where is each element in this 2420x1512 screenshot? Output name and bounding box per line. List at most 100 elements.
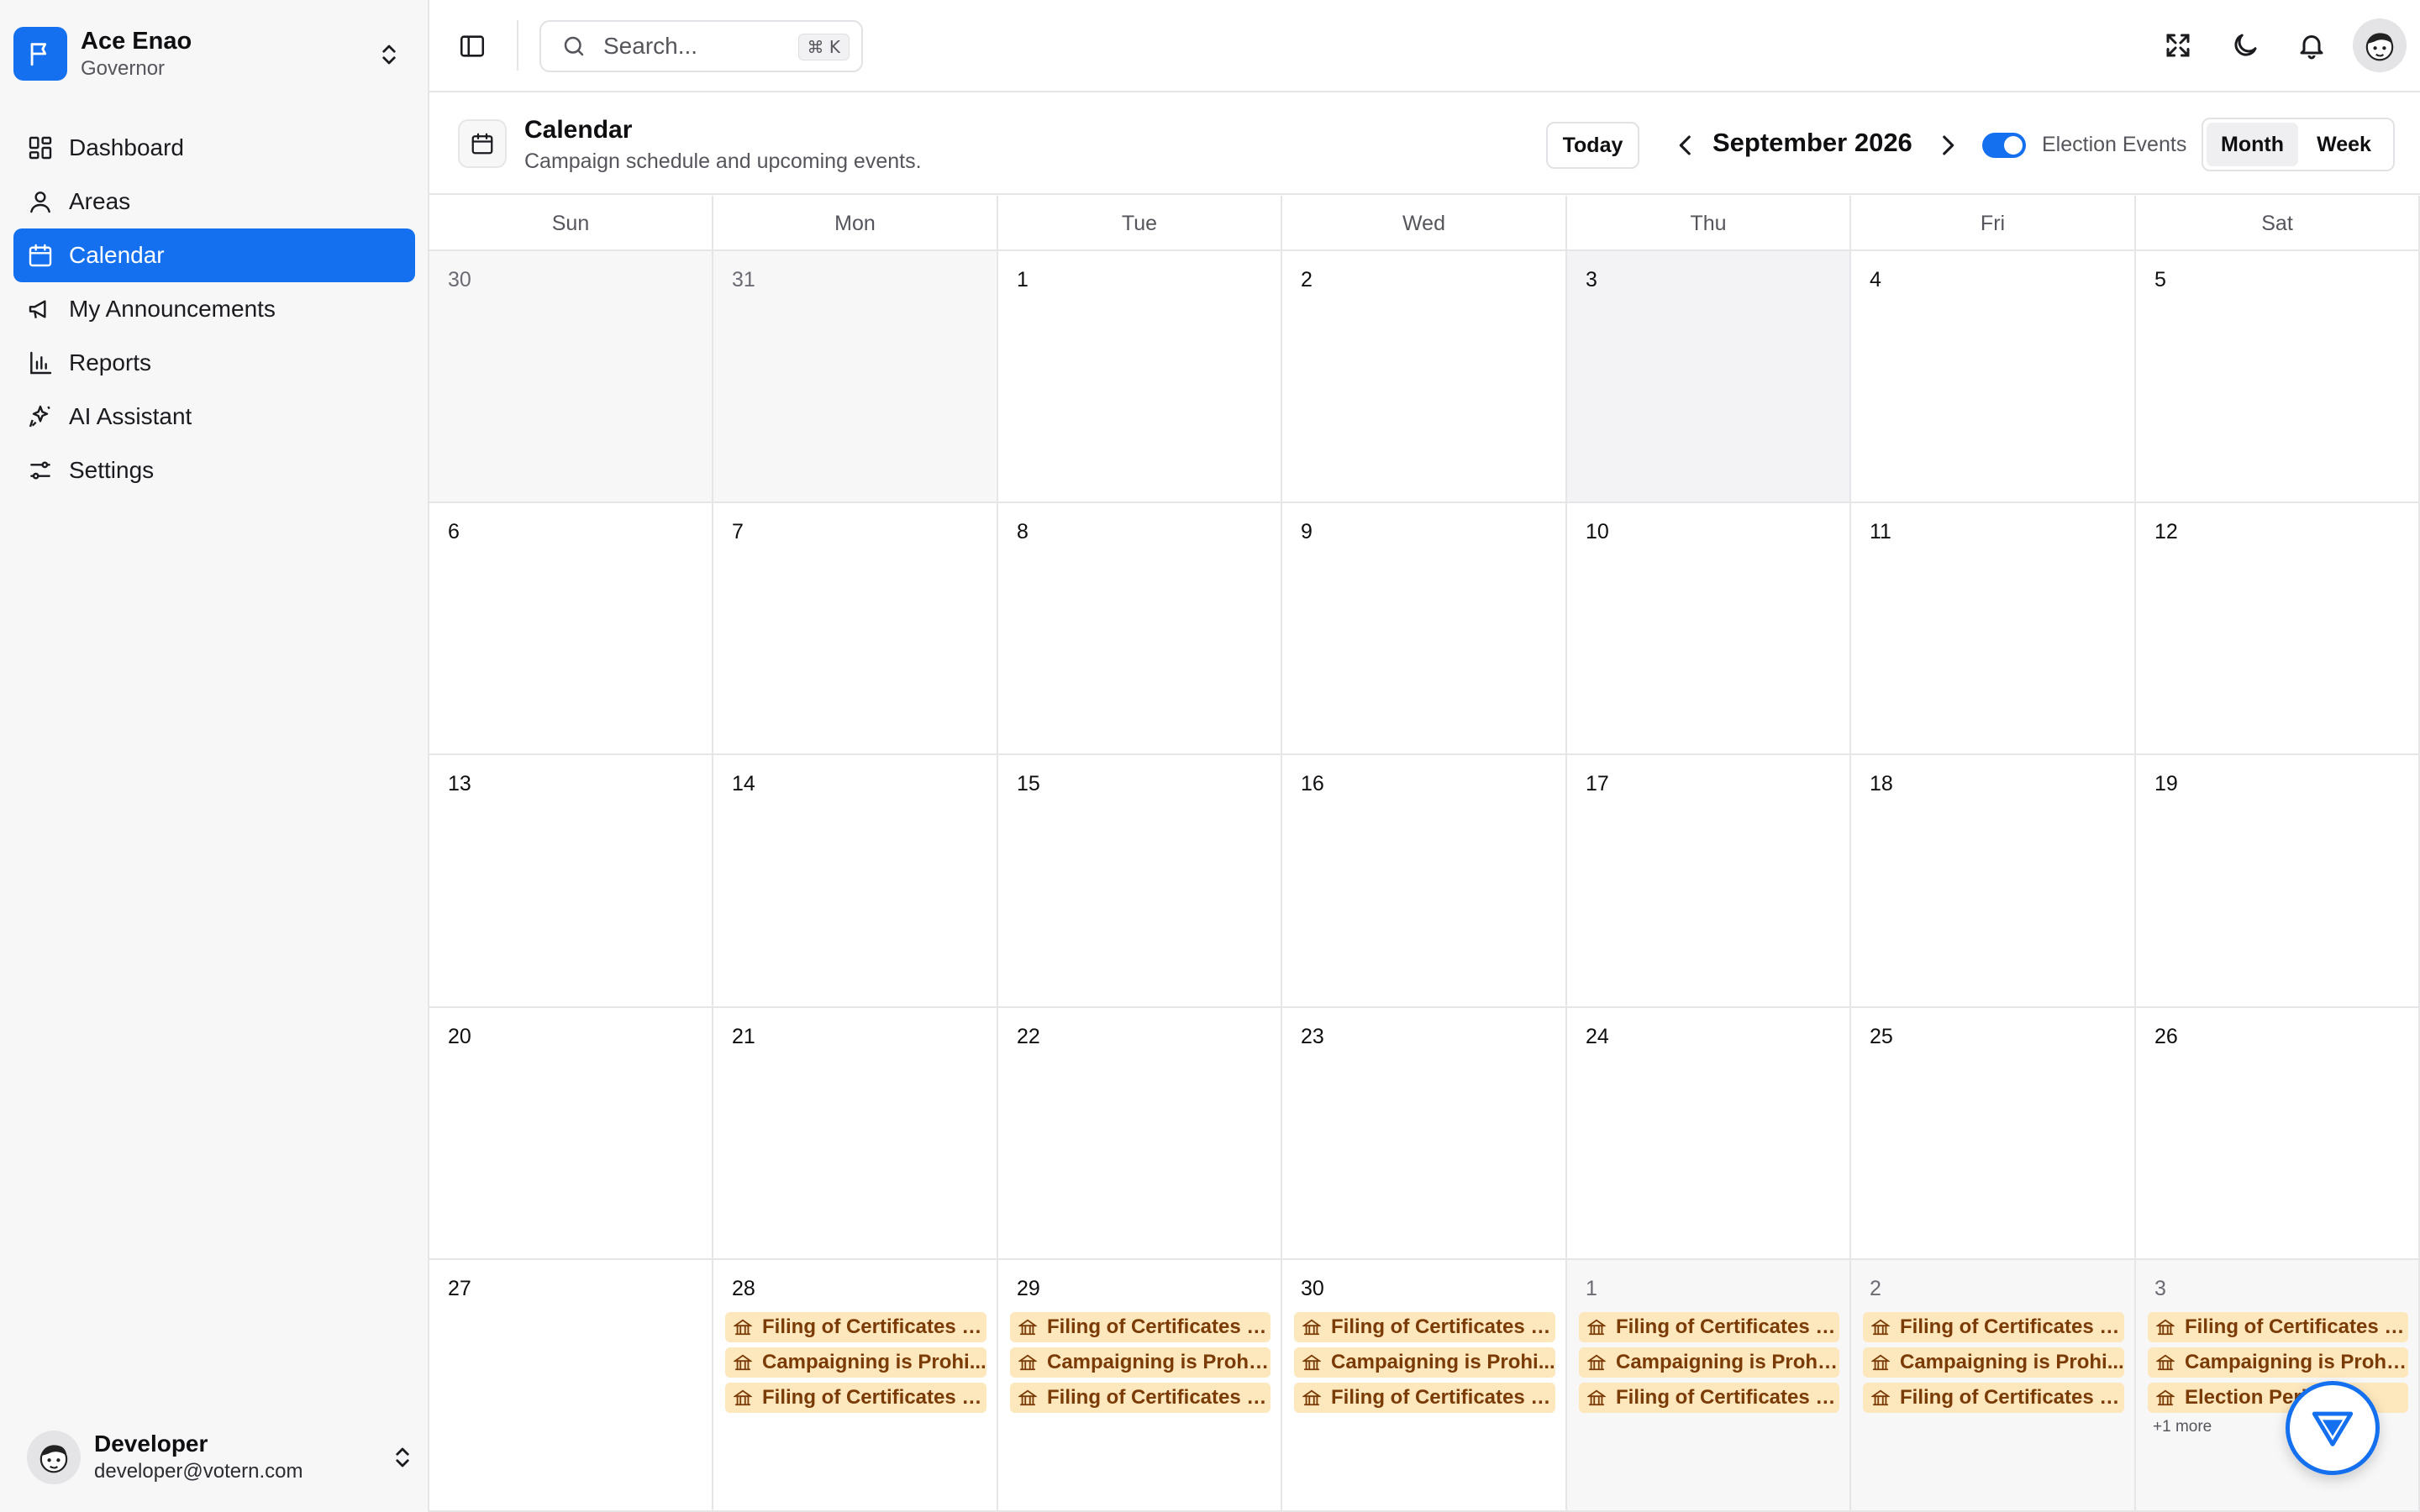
- day-cell[interactable]: 1: [998, 251, 1282, 503]
- day-cell[interactable]: 3: [1567, 251, 1851, 503]
- day-cell[interactable]: 29 Filing of Certificates o... Campaigning…: [998, 1260, 1282, 1512]
- event-chip[interactable]: Filing of Certificates o...: [1294, 1383, 1555, 1413]
- event-chip[interactable]: Campaigning is Prohi...: [1863, 1347, 2124, 1378]
- day-cell[interactable]: 30 Filing of Certificates o... Campaigning…: [1282, 1260, 1567, 1512]
- event-title: Campaigning is Prohi...: [762, 1351, 986, 1373]
- day-cell[interactable]: 31: [713, 251, 998, 503]
- bar-chart-icon: [30, 351, 52, 375]
- landmark-icon: [1871, 1319, 1890, 1336]
- event-chip[interactable]: Filing of Certificates o...: [1294, 1312, 1555, 1342]
- month-view-button[interactable]: Month: [2207, 123, 2298, 166]
- search-input[interactable]: [603, 33, 788, 60]
- chevrons-up-down-icon: [396, 1447, 409, 1467]
- day-cell[interactable]: 2: [1282, 251, 1567, 503]
- day-cell[interactable]: 24: [1567, 1008, 1851, 1260]
- sidebar-item-ai-assistant[interactable]: AI Assistant: [13, 390, 415, 444]
- sidebar-item-dashboard[interactable]: Dashboard: [13, 121, 415, 175]
- day-cell[interactable]: 14: [713, 755, 998, 1008]
- day-cell[interactable]: 12: [2136, 503, 2420, 755]
- sidebar-item-areas[interactable]: Areas: [13, 175, 415, 228]
- sidebar-item-announcements[interactable]: My Announcements: [13, 282, 415, 336]
- landmark-icon: [1302, 1354, 1321, 1371]
- event-chip[interactable]: Filing of Certificates o...: [725, 1383, 986, 1413]
- day-number: 19: [2154, 772, 2178, 795]
- today-button[interactable]: Today: [1546, 122, 1639, 169]
- sidebar-item-calendar[interactable]: Calendar: [13, 228, 415, 282]
- day-cell[interactable]: 5: [2136, 251, 2420, 503]
- event-chip[interactable]: Campaigning is Prohi...: [1294, 1347, 1555, 1378]
- event-chip[interactable]: Filing of Certificates o...: [1863, 1383, 2124, 1413]
- day-number: 25: [1870, 1025, 1893, 1048]
- event-title: Campaigning is Prohi...: [1047, 1351, 1270, 1373]
- day-number: 28: [732, 1277, 755, 1300]
- sidebar-toggle-icon[interactable]: [458, 32, 487, 60]
- day-cell[interactable]: 9: [1282, 503, 1567, 755]
- fullscreen-icon[interactable]: [2163, 30, 2193, 60]
- user-menu[interactable]: Developer developer@votern.com: [27, 1428, 415, 1487]
- avatar[interactable]: [2353, 18, 2407, 72]
- day-cell[interactable]: 10: [1567, 503, 1851, 755]
- org-name: Ace Enao: [81, 28, 192, 55]
- search-box[interactable]: ⌘ K: [539, 20, 863, 72]
- event-chip[interactable]: Filing of Certificates o...: [725, 1312, 986, 1342]
- day-cell[interactable]: 4: [1851, 251, 2136, 503]
- page-title: Calendar: [524, 116, 633, 144]
- event-chip[interactable]: Campaigning is Prohi...: [725, 1347, 986, 1378]
- event-title: Campaigning is Prohi...: [2185, 1351, 2408, 1373]
- weekday-label: Thu: [1567, 196, 1851, 251]
- day-cell[interactable]: 21: [713, 1008, 998, 1260]
- day-cell[interactable]: 2 Filing of Certificates o... Campaigning …: [1851, 1260, 2136, 1512]
- bell-icon[interactable]: [2296, 30, 2327, 60]
- divider: [517, 20, 518, 71]
- view-switch: Month Week: [2202, 118, 2395, 171]
- week-view-button[interactable]: Week: [2298, 123, 2390, 166]
- day-cell[interactable]: 16: [1282, 755, 1567, 1008]
- day-cell[interactable]: 30: [429, 251, 713, 503]
- moon-icon[interactable]: [2230, 30, 2260, 60]
- calendar-icon: [458, 119, 507, 168]
- event-chip[interactable]: Filing of Certificates o...: [1579, 1383, 1839, 1413]
- event-chip[interactable]: Filing of Certificates o...: [1010, 1383, 1270, 1413]
- assistant-fab[interactable]: [2286, 1381, 2380, 1475]
- day-cell[interactable]: 15: [998, 755, 1282, 1008]
- day-number: 26: [2154, 1025, 2178, 1048]
- sidebar-item-reports[interactable]: Reports: [13, 336, 415, 390]
- day-cell[interactable]: 22: [998, 1008, 1282, 1260]
- day-cell[interactable]: 7: [713, 503, 998, 755]
- event-chip[interactable]: Campaigning is Prohi...: [2148, 1347, 2408, 1378]
- event-chip[interactable]: Filing of Certificates o...: [1863, 1312, 2124, 1342]
- chevron-left-icon[interactable]: [1671, 131, 1700, 160]
- day-number: 30: [1301, 1277, 1324, 1300]
- event-chip[interactable]: Campaigning is Prohi...: [1579, 1347, 1839, 1378]
- chevron-right-icon[interactable]: [1933, 131, 1962, 160]
- day-cell[interactable]: 18: [1851, 755, 2136, 1008]
- day-cell[interactable]: 25: [1851, 1008, 2136, 1260]
- event-chip[interactable]: Filing of Certificates o...: [1010, 1312, 1270, 1342]
- sidebar-item-settings[interactable]: Settings: [13, 444, 415, 497]
- day-cell[interactable]: 23: [1282, 1008, 1567, 1260]
- event-chip[interactable]: Filing of Certificates o...: [2148, 1312, 2408, 1342]
- election-events-toggle[interactable]: [1982, 133, 2026, 158]
- day-number: 17: [1586, 772, 1609, 795]
- event-chip[interactable]: Filing of Certificates o...: [1579, 1312, 1839, 1342]
- landmark-icon: [1018, 1354, 1037, 1371]
- day-cell[interactable]: 13: [429, 755, 713, 1008]
- election-events-label: Election Events: [2042, 133, 2187, 156]
- day-cell[interactable]: 26: [2136, 1008, 2420, 1260]
- day-cell[interactable]: 19: [2136, 755, 2420, 1008]
- day-cell[interactable]: 1 Filing of Certificates o... Campaigning …: [1567, 1260, 1851, 1512]
- calendar-icon: [29, 244, 52, 267]
- flag-icon: [13, 27, 67, 81]
- day-number: 29: [1017, 1277, 1040, 1300]
- day-cell[interactable]: 6: [429, 503, 713, 755]
- day-cell[interactable]: 3 Filing of Certificates o... Campaigning …: [2136, 1260, 2420, 1512]
- org-switcher[interactable]: Ace Enao Governor: [13, 20, 415, 87]
- event-title: Filing of Certificates o...: [1047, 1315, 1270, 1338]
- day-cell[interactable]: 17: [1567, 755, 1851, 1008]
- event-chip[interactable]: Campaigning is Prohi...: [1010, 1347, 1270, 1378]
- day-cell[interactable]: 8: [998, 503, 1282, 755]
- day-cell[interactable]: 28 Filing of Certificates o... Campaigning…: [713, 1260, 998, 1512]
- day-cell[interactable]: 20: [429, 1008, 713, 1260]
- day-cell[interactable]: 11: [1851, 503, 2136, 755]
- day-cell[interactable]: 27: [429, 1260, 713, 1512]
